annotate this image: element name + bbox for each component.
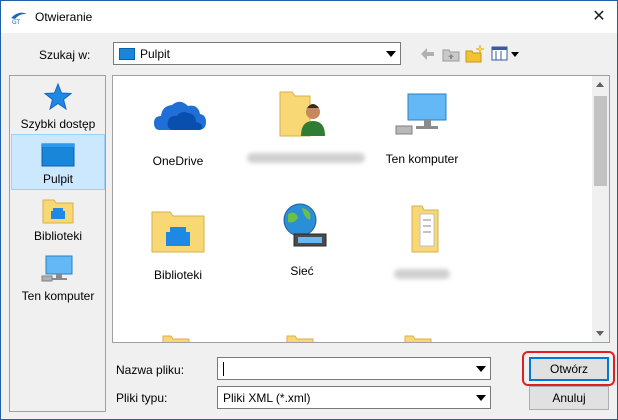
- text-caret: [223, 362, 224, 376]
- place-this-pc[interactable]: Ten komputer: [11, 254, 105, 310]
- quick-access-star-icon: [43, 82, 73, 111]
- user-folder-icon: [279, 91, 325, 137]
- chevron-down-icon: [386, 51, 396, 57]
- close-icon: ✕: [592, 8, 606, 25]
- look-in-dropdown[interactable]: Pulpit: [113, 42, 401, 65]
- title-bar: GT Otwieranie ✕: [1, 1, 617, 33]
- network-globe-icon: [283, 203, 327, 247]
- scroll-down-icon[interactable]: [596, 331, 604, 336]
- file-item-onedrive[interactable]: OneDrive: [123, 90, 233, 168]
- places-bar: Szybki dostęp Pulpit Biblioteki Ten komp…: [9, 75, 106, 412]
- scroll-up-icon[interactable]: [596, 82, 604, 87]
- place-label: Pulpit: [42, 172, 74, 186]
- this-pc-icon: [41, 255, 73, 282]
- filetype-label: Pliki typu:: [116, 391, 168, 405]
- back-arrow-icon[interactable]: [416, 43, 438, 65]
- filetype-dropdown[interactable]: Pliki XML (*.xml): [217, 386, 491, 409]
- look-in-value: Pulpit: [140, 47, 171, 61]
- place-label: Ten komputer: [21, 289, 95, 303]
- place-label: Szybki dostęp: [20, 117, 96, 131]
- place-quick-access[interactable]: Szybki dostęp: [11, 82, 105, 136]
- place-desktop[interactable]: Pulpit: [11, 134, 105, 190]
- svg-text:GT: GT: [12, 19, 20, 25]
- view-menu-icon[interactable]: [490, 43, 524, 65]
- close-button[interactable]: ✕: [587, 5, 611, 29]
- libraries-icon: [42, 199, 74, 224]
- open-button[interactable]: Otwórz: [529, 357, 609, 381]
- toolbar: Szukaj w: Pulpit: [1, 41, 617, 69]
- filename-label: Nazwa pliku:: [116, 363, 185, 377]
- vertical-scrollbar[interactable]: [592, 76, 609, 342]
- blurred-file-name: [394, 269, 450, 279]
- new-folder-icon[interactable]: [464, 43, 486, 65]
- libraries-folder-icon: [151, 211, 205, 253]
- look-in-label: Szukaj w:: [39, 48, 91, 62]
- onedrive-cloud-icon: [154, 101, 206, 130]
- file-name: Sieć: [290, 264, 314, 278]
- file-item-user-folder[interactable]: [247, 86, 365, 163]
- app-icon: GT: [11, 12, 27, 25]
- file-name: Ten komputer: [385, 152, 459, 166]
- scroll-thumb[interactable]: [594, 96, 607, 186]
- filename-input[interactable]: [217, 357, 491, 380]
- this-pc-icon: [395, 93, 447, 135]
- desktop-small-icon: [119, 48, 135, 60]
- filetype-value: Pliki XML (*.xml): [223, 391, 311, 405]
- file-item-network[interactable]: Sieć: [247, 200, 357, 278]
- chevron-down-icon: [476, 395, 486, 401]
- place-libraries[interactable]: Biblioteki: [11, 196, 105, 248]
- blurred-file-name: [247, 153, 365, 163]
- up-folder-icon[interactable]: [440, 43, 462, 65]
- file-list: OneDrive Ten komputer Biblioteki Sieć: [112, 75, 610, 343]
- partial-folder-icon: [286, 335, 314, 342]
- chevron-down-icon[interactable]: [476, 366, 486, 372]
- partial-folder-icon: [404, 335, 432, 342]
- window-title: Otwieranie: [35, 10, 93, 24]
- file-name: Biblioteki: [153, 268, 203, 282]
- partial-folder-icon: [162, 335, 190, 342]
- file-item-blurred-folder[interactable]: [367, 202, 477, 279]
- place-label: Biblioteki: [33, 229, 83, 243]
- cancel-button[interactable]: Anuluj: [529, 386, 609, 410]
- open-file-dialog: GT Otwieranie ✕ Szukaj w: Pulpit Szybki …: [0, 0, 618, 420]
- desktop-icon: [41, 143, 75, 167]
- file-name: OneDrive: [152, 154, 204, 168]
- folder-icon: [411, 205, 439, 253]
- file-item-this-pc[interactable]: Ten komputer: [367, 88, 477, 166]
- file-item-libraries[interactable]: Biblioteki: [123, 204, 233, 282]
